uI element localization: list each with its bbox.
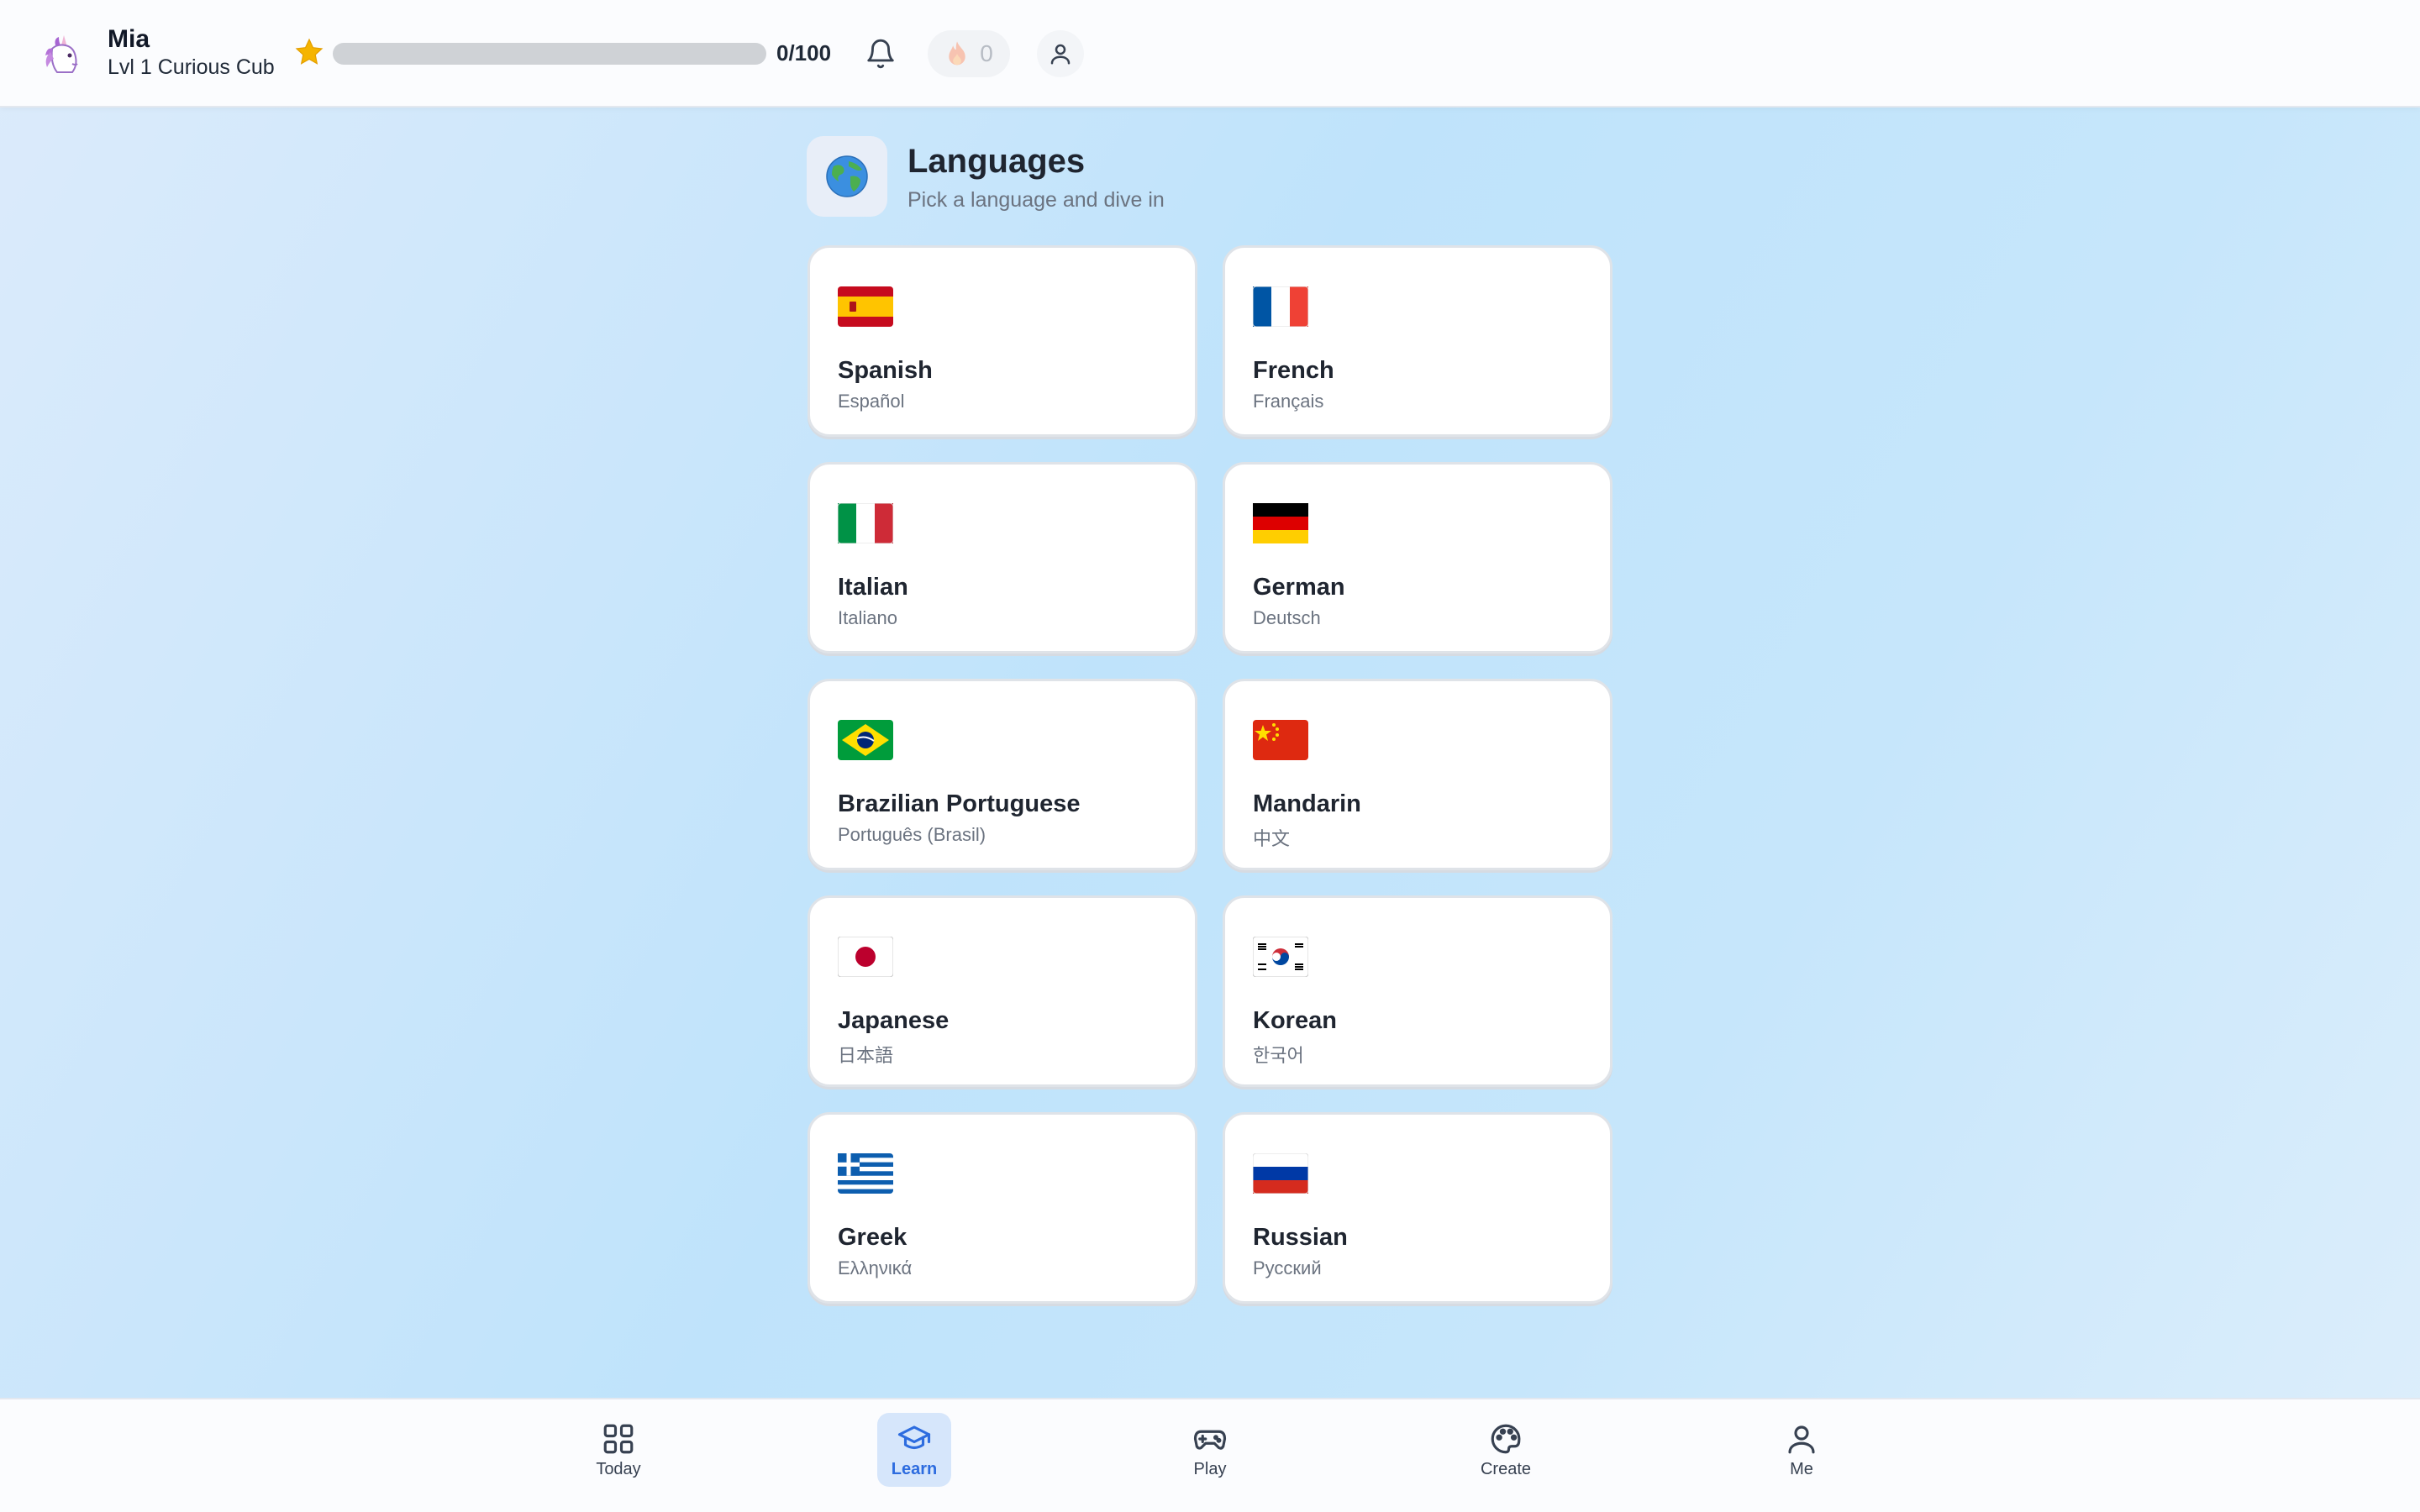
language-name: Brazilian Portuguese [838,790,1081,817]
language-name: Korean [1253,1007,1337,1034]
person-icon [1788,1425,1815,1453]
language-name: Japanese [838,1007,950,1034]
nav-item-learn[interactable]: Learn [877,1413,951,1487]
language-card-japanese[interactable]: Japanese 日本語 [808,895,1197,1087]
bottom-navigation: Today Learn Play Create Me [0,1398,2420,1512]
language-native-name: 한국어 [1253,1045,1304,1066]
nav-item-create[interactable]: Create [1469,1413,1543,1487]
nav-label: Me [1790,1459,1813,1478]
japan-flag-icon [837,936,894,978]
globe-icon [807,136,887,217]
greece-flag-icon [838,1153,893,1194]
bell-icon [867,39,894,69]
language-native-name: Português (Brasil) [838,824,986,845]
streak-badge[interactable]: 0 [928,30,1010,77]
brazil-flag-icon [838,720,893,760]
language-name: Spanish [838,357,933,384]
page-subtitle: Pick a language and dive in [908,188,1165,212]
language-native-name: 日本語 [838,1045,894,1066]
korea-flag-icon [1252,936,1309,978]
nav-item-me[interactable]: Me [1765,1413,1839,1487]
language-name: Mandarin [1253,790,1361,817]
page-title: Languages [908,143,1086,180]
profile-button[interactable] [1037,30,1084,77]
top-bar: Mia Lvl 1 Curious Cub 0/100 0 [0,0,2420,108]
language-name: Greek [838,1224,908,1251]
russia-flag-icon [1252,1152,1309,1194]
language-card-spanish[interactable]: Spanish Español [808,245,1197,437]
language-card-russian[interactable]: Russian Русский [1223,1112,1612,1304]
language-native-name: Español [838,391,905,412]
streak-count: 0 [980,40,993,66]
unicorn-avatar-icon[interactable] [39,30,86,77]
palette-icon [1491,1424,1521,1453]
language-name: German [1253,574,1345,601]
language-card-french[interactable]: French Français [1223,245,1612,437]
gamepad-icon [1193,1430,1227,1450]
germany-flag-icon [1253,503,1308,543]
language-native-name: 中文 [1253,828,1291,849]
user-level: Lvl 1 Curious Cub [108,55,275,79]
language-native-name: Deutsch [1253,607,1321,628]
language-native-name: Ελληνικά [838,1257,913,1278]
language-card-korean[interactable]: Korean 한국어 [1223,895,1612,1087]
graduation-cap-icon [897,1425,931,1449]
person-icon [1050,44,1071,65]
grid-icon [603,1424,634,1453]
user-name: Mia [108,25,150,53]
language-card-brazilian-portuguese[interactable]: Brazilian Portuguese Português (Brasil) [808,679,1197,870]
language-name: Russian [1253,1224,1348,1251]
language-card-german[interactable]: German Deutsch [1223,462,1612,654]
notifications-button[interactable] [861,34,900,73]
nav-label: Learn [891,1459,938,1478]
france-flag-icon [1252,286,1309,328]
nav-label: Play [1193,1459,1227,1478]
language-native-name: Русский [1253,1257,1322,1278]
xp-progress-bar [333,43,766,65]
nav-item-play[interactable]: Play [1173,1413,1247,1487]
xp-progress-text: 0/100 [776,40,832,66]
language-name: Italian [838,574,908,601]
china-flag-icon [1253,720,1308,760]
nav-label: Create [1480,1459,1532,1478]
spain-flag-icon [838,286,893,327]
language-native-name: Italiano [838,607,897,628]
language-native-name: Français [1253,391,1324,412]
italy-flag-icon [837,502,894,544]
nav-label: Today [596,1459,641,1478]
language-card-mandarin[interactable]: Mandarin 中文 [1223,679,1612,870]
nav-item-today[interactable]: Today [581,1413,655,1487]
language-card-italian[interactable]: Italian Italiano [808,462,1197,654]
star-icon [294,37,324,67]
language-card-greek[interactable]: Greek Ελληνικά [808,1112,1197,1304]
language-grid: Spanish Español French Français Italian … [808,245,1612,1304]
flame-icon [949,41,965,66]
language-name: French [1253,357,1334,384]
